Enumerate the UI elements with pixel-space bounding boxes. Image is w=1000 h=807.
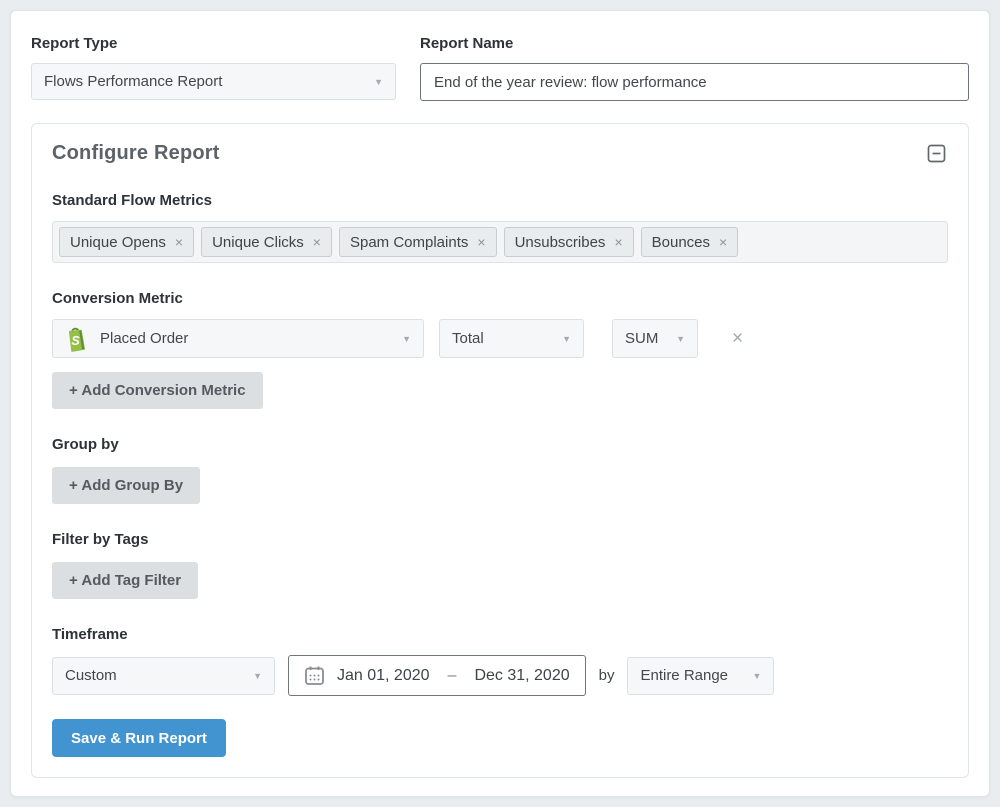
standard-flow-metrics-input[interactable]: Unique Opens × Unique Clicks × Spam Comp… [52, 221, 948, 263]
metric-chip: Unique Opens × [59, 227, 194, 257]
chevron-down-icon: ▼ [562, 334, 571, 344]
timeframe-row: Custom ▼ Jan [52, 655, 948, 696]
chevron-down-icon: ▼ [753, 671, 762, 681]
conversion-metric-select[interactable]: S Placed Order ▼ [52, 319, 424, 358]
report-type-select[interactable]: Flows Performance Report ▼ [31, 63, 396, 100]
timeframe-preset-select[interactable]: Custom ▼ [52, 657, 275, 695]
collapse-panel-button[interactable] [925, 142, 948, 165]
configure-report-panel: Configure Report Standard Flow Metrics U… [31, 123, 969, 778]
chip-label: Bounces [652, 234, 710, 251]
metric-chip: Bounces × [641, 227, 739, 257]
standard-flow-metrics-label: Standard Flow Metrics [52, 192, 948, 209]
chip-label: Unique Opens [70, 234, 166, 251]
granularity-value: Entire Range [640, 667, 728, 684]
chip-label: Unique Clicks [212, 234, 304, 251]
remove-icon[interactable]: × [719, 235, 727, 249]
date-range-separator: – [442, 667, 463, 685]
aggregate-value: SUM [625, 330, 658, 347]
start-date-value: Jan 01, 2020 [337, 667, 430, 685]
remove-icon[interactable]: × [175, 235, 183, 249]
aggregate-select[interactable]: SUM ▼ [612, 319, 698, 358]
metric-chip: Unsubscribes × [504, 227, 634, 257]
chevron-down-icon: ▼ [253, 671, 262, 681]
chevron-down-icon: ▼ [676, 334, 685, 344]
remove-icon[interactable]: × [313, 235, 321, 249]
report-header-row: Report Type Flows Performance Report ▼ R… [31, 35, 969, 101]
report-builder-card: Report Type Flows Performance Report ▼ R… [10, 10, 990, 797]
chevron-down-icon: ▼ [402, 334, 411, 344]
svg-text:S: S [71, 334, 80, 348]
chip-label: Spam Complaints [350, 234, 468, 251]
remove-icon[interactable]: × [477, 235, 485, 249]
filter-by-tags-label: Filter by Tags [52, 531, 948, 548]
report-name-input[interactable] [420, 63, 969, 101]
minus-square-icon [927, 144, 946, 163]
save-and-run-report-button[interactable]: Save & Run Report [52, 719, 226, 757]
report-name-label: Report Name [420, 35, 969, 52]
measurement-value: Total [452, 330, 484, 347]
granularity-select[interactable]: Entire Range ▼ [627, 657, 774, 695]
add-tag-filter-button[interactable]: + Add Tag Filter [52, 562, 198, 599]
measurement-select[interactable]: Total ▼ [439, 319, 584, 358]
remove-icon[interactable]: × [614, 235, 622, 249]
group-by-label: Group by [52, 436, 948, 453]
shopify-icon: S [65, 326, 88, 352]
add-conversion-metric-button[interactable]: + Add Conversion Metric [52, 372, 263, 409]
end-date-value: Dec 31, 2020 [474, 667, 569, 685]
calendar-icon [304, 665, 325, 686]
chip-label: Unsubscribes [515, 234, 606, 251]
conversion-metric-value: Placed Order [100, 330, 188, 347]
conversion-metric-row: S Placed Order ▼ Total ▼ SUM ▼ × [52, 319, 948, 358]
timeframe-preset-value: Custom [65, 667, 117, 684]
by-label: by [599, 667, 615, 684]
metric-chip: Unique Clicks × [201, 227, 332, 257]
chevron-down-icon: ▼ [374, 77, 383, 87]
remove-conversion-metric-icon[interactable]: × [732, 329, 743, 348]
date-range-input[interactable]: Jan 01, 2020 – Dec 31, 2020 [288, 655, 586, 696]
timeframe-label: Timeframe [52, 626, 948, 643]
conversion-metric-label: Conversion Metric [52, 290, 948, 307]
metric-chip: Spam Complaints × [339, 227, 497, 257]
report-type-label: Report Type [31, 35, 396, 52]
report-type-value: Flows Performance Report [44, 73, 222, 90]
configure-report-title: Configure Report [52, 142, 220, 165]
add-group-by-button[interactable]: + Add Group By [52, 467, 200, 504]
